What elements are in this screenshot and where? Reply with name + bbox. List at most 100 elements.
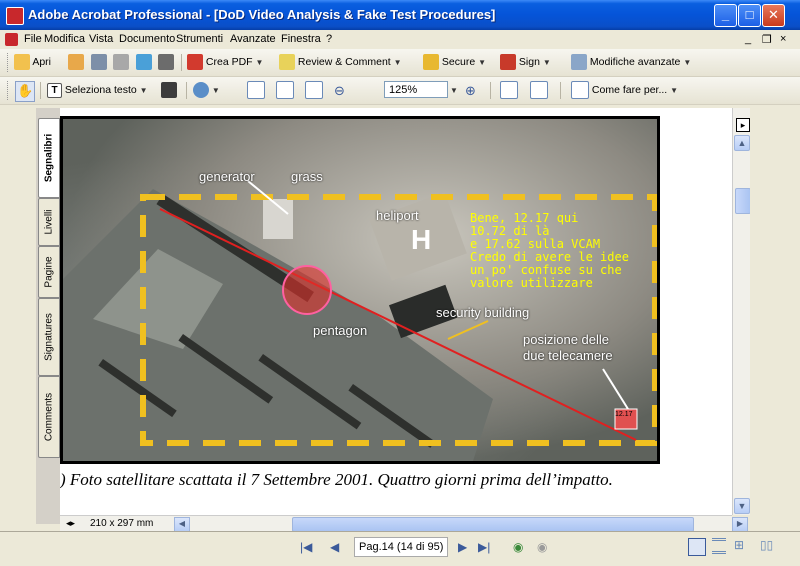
menu-avanzate[interactable]: Avanzate bbox=[230, 33, 276, 45]
doc-restore-button[interactable]: ❐ bbox=[762, 33, 772, 46]
tab-layers[interactable]: Livelli bbox=[38, 198, 60, 246]
rotate-right-button[interactable] bbox=[530, 81, 548, 100]
scroll-right-button[interactable]: ▶ bbox=[732, 517, 748, 532]
menu-vista[interactable]: Vista bbox=[89, 33, 113, 45]
create-pdf-button[interactable]: Crea PDF ▼ bbox=[187, 53, 263, 72]
toolbar-grip[interactable] bbox=[7, 53, 11, 72]
chevron-down-icon: ▼ bbox=[255, 58, 264, 67]
menu-modifica[interactable]: Modifica bbox=[44, 33, 85, 45]
snapshot-button[interactable] bbox=[161, 81, 177, 100]
label-heliport: heliport bbox=[376, 208, 419, 223]
advanced-edit-button[interactable]: Modifiche avanzate ▼ bbox=[571, 53, 691, 72]
security-arrow bbox=[447, 320, 489, 340]
next-page-icon: ▶ bbox=[458, 540, 468, 554]
horizontal-scrollbar[interactable]: ◂▸ 210 x 297 mm ◀ ▶ bbox=[60, 515, 748, 532]
zoom-in-button[interactable]: ⊕ bbox=[465, 81, 476, 100]
menu-bar: File Modifica Vista Documento Strumenti … bbox=[0, 30, 800, 49]
create-pdf-icon bbox=[187, 54, 203, 71]
camera-arrow bbox=[602, 368, 629, 410]
left-frame bbox=[0, 105, 36, 531]
facing-view-button[interactable]: ⊞ bbox=[734, 538, 750, 554]
page-size-icon: ◂▸ bbox=[66, 518, 76, 528]
page-indicator[interactable]: Pag.14 (14 di 95) bbox=[354, 537, 449, 557]
maximize-button[interactable]: □ bbox=[738, 4, 761, 27]
tab-pages[interactable]: Pagine bbox=[38, 246, 60, 298]
status-bar: |◀ ◀ Pag.14 (14 di 95) ▶ ▶| ◉ ◉ ⊞ ▯▯ bbox=[0, 531, 800, 566]
next-page-button[interactable]: ▶ bbox=[458, 540, 467, 554]
first-page-button[interactable]: |◀ bbox=[300, 540, 312, 554]
acrobat-app-icon bbox=[6, 7, 24, 25]
continuous-view-button[interactable] bbox=[712, 538, 726, 554]
single-page-view-button[interactable] bbox=[688, 538, 706, 556]
menu-strumenti[interactable]: Strumenti bbox=[176, 33, 223, 45]
print-button[interactable] bbox=[113, 53, 129, 72]
previous-page-icon: ◀ bbox=[330, 540, 340, 554]
save-button[interactable] bbox=[91, 53, 107, 72]
menu-file[interactable]: File bbox=[24, 33, 42, 45]
doc-minimize-button[interactable]: _ bbox=[745, 33, 751, 45]
zoom-tool-button[interactable]: ▼ bbox=[193, 81, 220, 100]
zoom-dropdown[interactable]: ▼ bbox=[450, 81, 458, 100]
scroll-up-button[interactable]: ▲ bbox=[734, 135, 750, 151]
magnifier-icon bbox=[193, 82, 209, 99]
actual-size-button[interactable] bbox=[247, 81, 265, 100]
zoom-input[interactable] bbox=[384, 81, 448, 98]
vertical-scrollbar[interactable]: ▲ ▼ bbox=[732, 108, 751, 515]
menu-finestra[interactable]: Finestra bbox=[281, 33, 321, 45]
chevron-down-icon: ▼ bbox=[542, 58, 551, 67]
organizer-button[interactable] bbox=[68, 53, 84, 72]
help-page-icon bbox=[571, 81, 589, 100]
print-icon bbox=[113, 54, 129, 71]
open-button[interactable]: Apri bbox=[14, 53, 51, 72]
zoom-out-button[interactable]: ⊖ bbox=[334, 81, 345, 100]
how-to-button[interactable]: Come fare per... ▼ bbox=[571, 81, 678, 100]
go-forward-button[interactable]: ◉ bbox=[537, 540, 547, 554]
right-frame bbox=[750, 108, 800, 531]
grid-icon: ⊞ bbox=[734, 538, 745, 552]
hand-tool-button[interactable]: ✋ bbox=[15, 81, 35, 102]
folder-icon bbox=[14, 54, 30, 71]
review-comment-button[interactable]: Review & Comment ▼ bbox=[279, 53, 402, 72]
tab-comments[interactable]: Comments bbox=[38, 376, 60, 458]
label-pentagon: pentagon bbox=[313, 323, 368, 338]
save-icon bbox=[91, 54, 107, 71]
pen-icon bbox=[500, 54, 516, 71]
fit-width-button[interactable] bbox=[305, 81, 323, 100]
hand-icon: ✋ bbox=[17, 83, 34, 99]
chevron-down-icon: ▼ bbox=[139, 86, 148, 95]
tab-signatures[interactable]: Signatures bbox=[38, 298, 60, 376]
sign-button[interactable]: Sign ▼ bbox=[500, 53, 551, 72]
previous-page-button[interactable]: ◀ bbox=[330, 540, 339, 554]
vertical-scroll-thumb[interactable] bbox=[735, 188, 751, 214]
panel-expand-button[interactable]: ▸ bbox=[736, 118, 750, 132]
heliport-h-glyph: H bbox=[411, 224, 431, 255]
search-button[interactable] bbox=[158, 53, 174, 72]
secure-button[interactable]: Secure ▼ bbox=[423, 53, 486, 72]
rotate-button[interactable] bbox=[500, 81, 518, 100]
chevron-down-icon: ▼ bbox=[211, 86, 220, 95]
doc-close-button[interactable]: × bbox=[780, 33, 786, 45]
chevron-down-icon: ▼ bbox=[737, 501, 747, 511]
email-button[interactable] bbox=[136, 53, 152, 72]
horizontal-scroll-thumb[interactable] bbox=[292, 517, 694, 532]
plus-circle-icon: ⊕ bbox=[465, 83, 476, 98]
menu-documento[interactable]: Documento bbox=[119, 33, 175, 45]
fit-width-icon bbox=[305, 81, 323, 100]
document-view[interactable]: H generator grass heliport security buil… bbox=[60, 108, 732, 515]
fit-page-button[interactable] bbox=[276, 81, 294, 100]
yellow-annotation: Bene, 12.17 qui 10.72 di là e 17.62 sull… bbox=[470, 211, 629, 290]
scroll-left-button[interactable]: ◀ bbox=[174, 517, 190, 532]
toolbar-separator bbox=[560, 82, 561, 99]
rotate-right-icon bbox=[530, 81, 548, 100]
continuous-facing-view-button[interactable]: ▯▯ bbox=[760, 538, 776, 554]
scroll-down-button[interactable]: ▼ bbox=[734, 498, 750, 514]
advanced-edit-icon bbox=[571, 54, 587, 71]
tab-bookmarks[interactable]: Segnalibri bbox=[38, 118, 60, 198]
go-back-button[interactable]: ◉ bbox=[513, 540, 523, 554]
toolbar-grip[interactable] bbox=[7, 81, 11, 100]
minimize-button[interactable]: _ bbox=[714, 4, 737, 27]
last-page-button[interactable]: ▶| bbox=[478, 540, 490, 554]
menu-help[interactable]: ? bbox=[326, 33, 332, 45]
close-button[interactable]: ✕ bbox=[762, 4, 785, 27]
select-text-button[interactable]: T Seleziona testo ▼ bbox=[47, 81, 148, 100]
